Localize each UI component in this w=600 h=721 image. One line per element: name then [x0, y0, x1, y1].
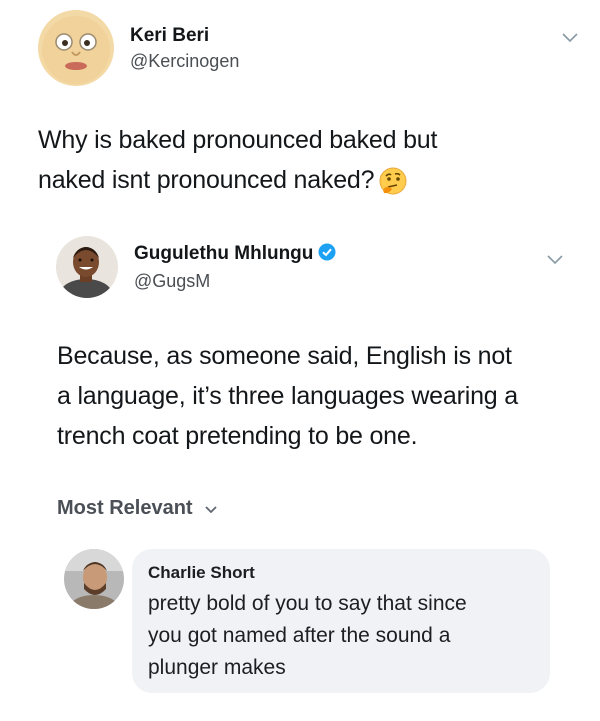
chevron-down-icon[interactable] — [562, 30, 578, 48]
comment-author[interactable]: Charlie Short — [148, 561, 534, 585]
tweet2-line: trench coat pretending to be one. — [57, 422, 418, 450]
chevron-down-icon[interactable] — [547, 252, 563, 270]
tweet2-line: Because, as someone said, English is not — [57, 342, 512, 370]
comment-line: you got named after the sound a — [148, 624, 451, 647]
tweet2-header: Gugulethu Mhlungu @GugsM — [56, 236, 336, 298]
tweet1-text: Why is baked pronounced baked but naked … — [38, 120, 558, 208]
verified-badge-icon — [318, 243, 336, 267]
thinking-face-icon — [378, 166, 408, 208]
comment-bubble: Charlie Short pretty bold of you to say … — [132, 549, 550, 693]
chevron-down-icon — [204, 497, 217, 520]
comment-sort-dropdown[interactable]: Most Relevant — [57, 497, 217, 520]
tweet1-header: Keri Beri @Kercinogen — [38, 10, 239, 86]
screenshot-page: Keri Beri @Kercinogen Why is baked prono… — [0, 0, 600, 721]
commenter-avatar[interactable] — [64, 549, 124, 609]
tweet1-line: naked isnt pronounced naked? — [38, 166, 375, 194]
tweet1-handle[interactable]: @Kercinogen — [130, 49, 239, 73]
tweet2-handle[interactable]: @GugsM — [134, 269, 336, 293]
tweet2-line: a language, it’s three languages wearing… — [57, 382, 518, 410]
comment-line: plunger makes — [148, 656, 286, 679]
comment-text: pretty bold of you to say that since you… — [148, 588, 534, 684]
tweet1-display-name[interactable]: Keri Beri — [130, 24, 239, 47]
tweet1-avatar[interactable] — [38, 10, 114, 86]
comment-sort-label: Most Relevant — [57, 497, 193, 519]
tweet2-name-row: Gugulethu Mhlungu — [134, 242, 336, 267]
tweet2-text: Because, as someone said, English is not… — [57, 336, 577, 456]
tweet2-avatar[interactable] — [56, 236, 118, 298]
comment-line: pretty bold of you to say that since — [148, 592, 467, 615]
tweet1-line: Why is baked pronounced baked but — [38, 126, 438, 154]
tweet1-line-with-emoji: naked isnt pronounced naked? — [38, 160, 558, 208]
tweet2-display-name[interactable]: Gugulethu Mhlungu — [134, 243, 313, 264]
